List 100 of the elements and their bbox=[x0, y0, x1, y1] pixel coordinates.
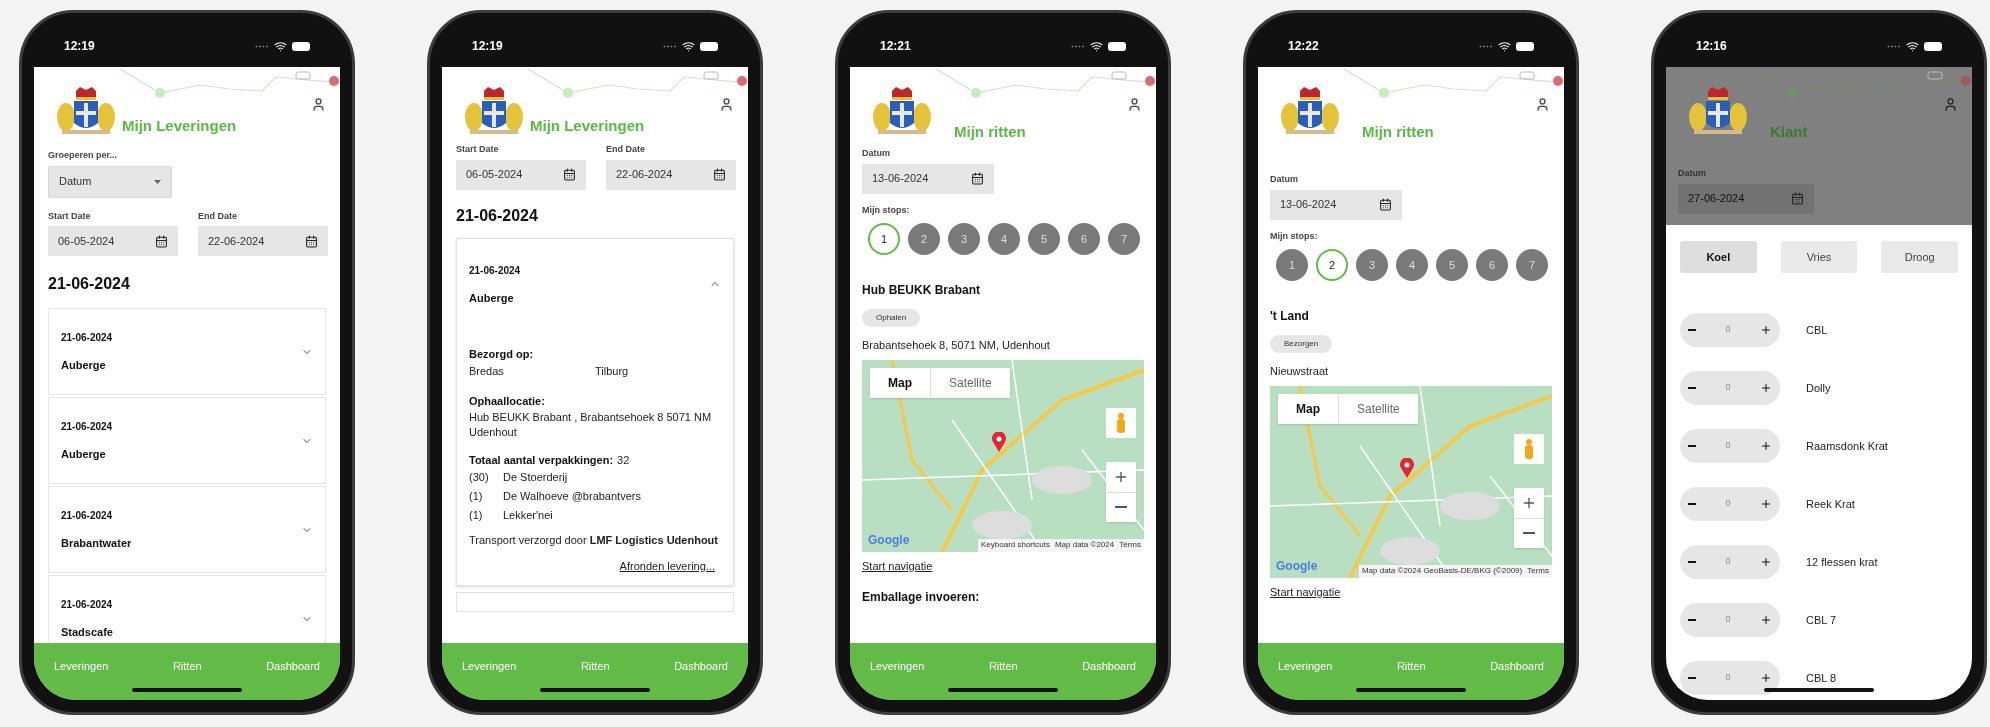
finish-delivery-link[interactable]: Afronden levering... bbox=[619, 558, 715, 575]
packaging-name: CBL 8 bbox=[1806, 670, 1837, 686]
map-type-toggle[interactable]: Map bbox=[870, 367, 930, 398]
date-field[interactable]: 22-06-2024 bbox=[198, 226, 328, 256]
plus-icon[interactable] bbox=[1760, 672, 1772, 684]
pickup-address: Hub BEUKK Brabant , Brabantsehoek 8 5071 NM Udenhout bbox=[469, 409, 713, 440]
nav-tab[interactable]: Dashboard bbox=[1490, 658, 1544, 675]
field-label: Datum bbox=[1270, 173, 1299, 186]
street-view-button[interactable] bbox=[1106, 407, 1136, 438]
nav-tab[interactable]: Dashboard bbox=[266, 658, 320, 675]
package-supplier: De Stoerderij bbox=[503, 470, 568, 485]
user-icon[interactable] bbox=[1127, 97, 1142, 112]
quantity-stepper[interactable]: 0 bbox=[1680, 661, 1780, 695]
stop-button[interactable]: 5 bbox=[1028, 223, 1060, 255]
attribution-text[interactable]: Terms bbox=[1119, 539, 1141, 551]
stop-button[interactable]: 4 bbox=[988, 223, 1020, 255]
stop-button[interactable]: 7 bbox=[1108, 223, 1140, 255]
street-view-button[interactable] bbox=[1514, 433, 1544, 464]
nav-tab[interactable]: Ritten bbox=[172, 658, 202, 675]
stop-button[interactable]: 2 bbox=[908, 223, 940, 255]
plus-icon[interactable] bbox=[1760, 440, 1772, 452]
caret-icon bbox=[154, 179, 161, 184]
package-supplier: De Walhoeve @brabantvers bbox=[503, 489, 641, 504]
quantity-stepper[interactable]: 0 bbox=[1680, 487, 1780, 521]
coat-of-arms-icon bbox=[1686, 87, 1750, 137]
stop-button[interactable]: 3 bbox=[1356, 249, 1388, 281]
map-view[interactable]: Map Satellite Google Map data ©2024 GeoBasis-DE/BKG (©2009) Terms bbox=[1270, 385, 1552, 578]
plus-icon[interactable] bbox=[1760, 556, 1772, 568]
nav-tab[interactable]: Ritten bbox=[580, 658, 610, 675]
category-tab[interactable]: Droog bbox=[1881, 241, 1958, 273]
plus-icon[interactable] bbox=[1760, 498, 1772, 510]
date-field[interactable]: 13-06-2024 bbox=[862, 163, 994, 194]
battery-icon bbox=[1924, 41, 1942, 51]
battery-icon bbox=[292, 41, 310, 51]
category-tab[interactable]: Vries bbox=[1780, 241, 1858, 273]
pegman-icon bbox=[1116, 412, 1126, 433]
stop-button[interactable]: 5 bbox=[1436, 249, 1468, 281]
signal-icon bbox=[1479, 44, 1493, 48]
plus-icon[interactable] bbox=[1760, 382, 1772, 394]
date-field[interactable]: 22-06-2024 bbox=[606, 159, 736, 190]
nav-tab[interactable]: Leveringen bbox=[54, 658, 109, 675]
delivery-card[interactable]: 21-06-2024 Brabantwater bbox=[48, 486, 326, 573]
start-navigation-link[interactable]: Start navigatie bbox=[862, 557, 933, 574]
nav-tab[interactable]: Ritten bbox=[1396, 658, 1426, 675]
package-count: (30) bbox=[469, 470, 490, 485]
stop-button[interactable]: 6 bbox=[1068, 223, 1100, 255]
nav-tab[interactable]: Leveringen bbox=[870, 658, 925, 675]
delivery-card[interactable]: 21-06-2024 Auberge bbox=[48, 397, 326, 484]
quantity-stepper[interactable]: 0 bbox=[1680, 603, 1780, 637]
date-field[interactable]: 27-06-2024 bbox=[1678, 183, 1814, 214]
coat-of-arms-icon bbox=[462, 87, 526, 137]
delivery-card[interactable]: 21-06-2024 Stadscafe bbox=[48, 575, 326, 643]
stop-button[interactable]: 1 bbox=[1276, 249, 1308, 281]
nav-tab[interactable]: Ritten bbox=[988, 658, 1018, 675]
stop-button[interactable]: 2 bbox=[1316, 249, 1348, 281]
map-type-toggle[interactable]: Map bbox=[1278, 393, 1338, 424]
plus-icon[interactable] bbox=[1760, 614, 1772, 626]
wifi-icon bbox=[1906, 39, 1919, 53]
calendar-icon bbox=[305, 234, 318, 248]
user-icon[interactable] bbox=[311, 97, 326, 112]
packaging-name: Reek Krat bbox=[1806, 496, 1855, 512]
user-icon[interactable] bbox=[719, 97, 734, 112]
section-label: Bezorgd op: bbox=[469, 347, 535, 362]
delivery-location: Bredas bbox=[469, 363, 505, 379]
delivery-date: 21-06-2024 bbox=[61, 508, 114, 523]
wifi-icon bbox=[1090, 39, 1103, 53]
group-by-dropdown[interactable]: Datum bbox=[48, 165, 172, 198]
nav-tab[interactable]: Dashboard bbox=[1082, 658, 1136, 675]
coat-of-arms-icon bbox=[54, 87, 118, 137]
delivery-card[interactable]: 21-06-2024 Auberge bbox=[48, 308, 326, 395]
category-tab[interactable]: Koel bbox=[1680, 241, 1757, 273]
map-provider-logo: Google bbox=[868, 531, 910, 549]
quantity-stepper[interactable]: 0 bbox=[1680, 545, 1780, 579]
nav-tab[interactable]: Leveringen bbox=[1278, 658, 1333, 675]
stop-button[interactable]: 7 bbox=[1516, 249, 1548, 281]
start-navigation-link[interactable]: Start navigatie bbox=[1270, 583, 1341, 600]
attribution-text[interactable]: Terms bbox=[1527, 565, 1549, 577]
date-field[interactable]: 06-05-2024 bbox=[456, 159, 586, 190]
stop-button[interactable]: 4 bbox=[1396, 249, 1428, 281]
nav-tab[interactable]: Leveringen bbox=[462, 658, 517, 675]
user-icon[interactable] bbox=[1943, 97, 1958, 112]
date-field[interactable]: 06-05-2024 bbox=[48, 226, 178, 256]
nav-tab[interactable]: Dashboard bbox=[674, 658, 728, 675]
map-view[interactable]: Map Satellite Google Keyboard shortcuts Map data ©2024 Terms bbox=[862, 359, 1144, 552]
coat-of-arms-icon bbox=[870, 87, 934, 137]
quantity-stepper[interactable]: 0 bbox=[1680, 371, 1780, 405]
user-icon[interactable] bbox=[1535, 97, 1550, 112]
page-title: Mijn Leveringen bbox=[122, 115, 237, 136]
plus-icon[interactable] bbox=[1760, 324, 1772, 336]
date-field[interactable]: 13-06-2024 bbox=[1270, 189, 1402, 220]
map-type-toggle[interactable]: Satellite bbox=[930, 367, 1010, 398]
stop-button[interactable]: 1 bbox=[868, 223, 900, 255]
calendar-icon bbox=[1791, 192, 1804, 205]
battery-icon bbox=[700, 41, 718, 51]
quantity-stepper[interactable]: 0 bbox=[1680, 313, 1780, 347]
quantity-stepper[interactable]: 0 bbox=[1680, 429, 1780, 463]
stop-button[interactable]: 3 bbox=[948, 223, 980, 255]
packaging-name: CBL bbox=[1806, 322, 1828, 338]
stop-button[interactable]: 6 bbox=[1476, 249, 1508, 281]
map-type-toggle[interactable]: Satellite bbox=[1338, 393, 1418, 424]
